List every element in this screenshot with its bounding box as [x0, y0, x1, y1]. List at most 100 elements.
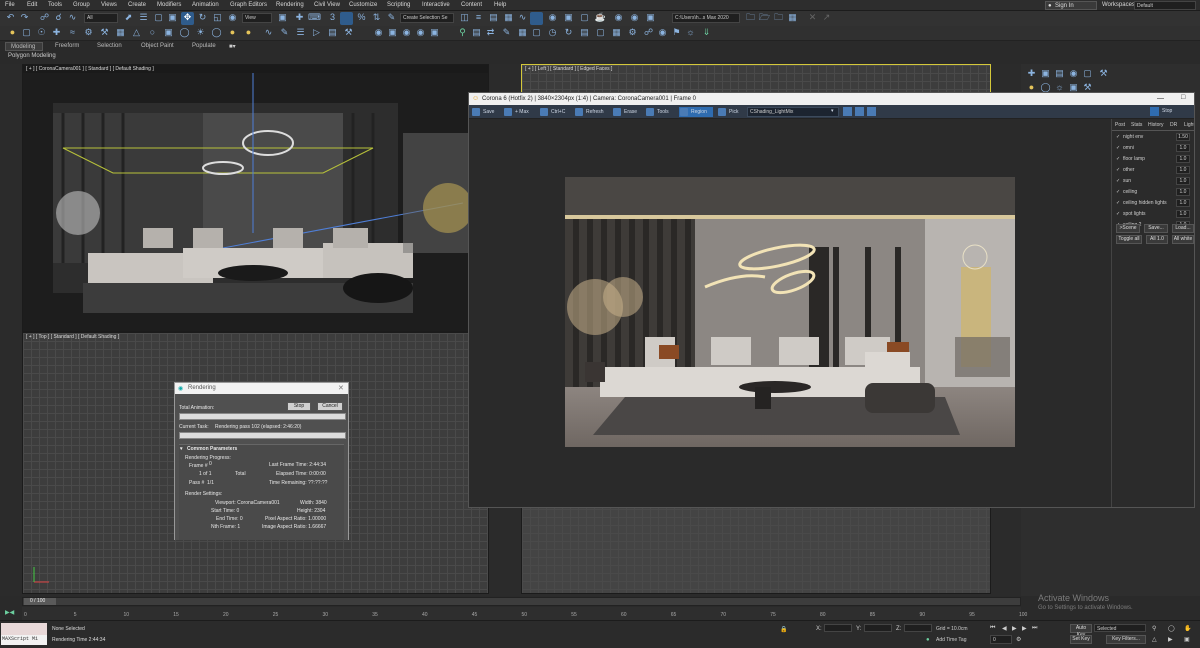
- window-crossing-icon[interactable]: ▣: [166, 11, 179, 24]
- lock-icon[interactable]: 🔒: [780, 626, 787, 633]
- create-panel-icon[interactable]: ✚: [1025, 67, 1038, 80]
- track-bar-toggle-icon[interactable]: ▶◀: [5, 609, 14, 616]
- tab-object-paint[interactable]: Object Paint: [141, 43, 174, 49]
- utilities-icon[interactable]: ⚒: [342, 26, 355, 39]
- refresh-button[interactable]: Refresh: [574, 107, 604, 117]
- box-icon[interactable]: ▣: [162, 26, 175, 39]
- menu-help[interactable]: Help: [494, 2, 506, 8]
- load-lightmix-button[interactable]: Load...: [1172, 224, 1194, 233]
- sphere-icon[interactable]: ○: [146, 26, 159, 39]
- left-viewport-label[interactable]: [ + ] [ Left ] [ Standard ] [ Edged Face…: [525, 66, 612, 72]
- display-panel-icon[interactable]: ▢: [1081, 67, 1094, 80]
- save-folder-icon[interactable]: 🗀: [772, 11, 785, 24]
- tab-freeform[interactable]: Freeform: [55, 43, 79, 49]
- menu-tools[interactable]: Tools: [48, 2, 62, 8]
- edit-named-sets-icon[interactable]: ✎: [385, 11, 398, 24]
- erase-button[interactable]: Erase: [612, 107, 637, 117]
- camera-icon[interactable]: ▢: [20, 26, 33, 39]
- layer-icon[interactable]: ▤: [578, 26, 591, 39]
- clock-icon[interactable]: ◷: [546, 26, 559, 39]
- corona-light-icon[interactable]: ◉: [372, 26, 385, 39]
- light-intensity-field[interactable]: 1.0: [1176, 177, 1190, 185]
- common-parameters-title[interactable]: Common Parameters: [187, 446, 237, 452]
- spinner-snap-icon[interactable]: ⇅: [370, 11, 383, 24]
- zoom-in-icon[interactable]: [843, 107, 852, 116]
- menu-file[interactable]: File: [5, 2, 15, 8]
- unlink-icon[interactable]: ☌: [52, 11, 65, 24]
- compound-icon[interactable]: △: [130, 26, 143, 39]
- corona-decal-icon[interactable]: ▣: [428, 26, 441, 39]
- tab-history[interactable]: History: [1148, 122, 1164, 128]
- checkbox-icon[interactable]: ✓: [1116, 189, 1120, 195]
- rollout-toggle-icon[interactable]: ▾: [180, 446, 183, 452]
- converter-icon[interactable]: ⇄: [484, 26, 497, 39]
- tab-lightmix[interactable]: LightMix: [1184, 122, 1194, 128]
- maxscript-mini-input[interactable]: MAXScript Mi: [1, 635, 47, 645]
- eye-icon[interactable]: ◉: [656, 26, 669, 39]
- pick-button[interactable]: Pick: [717, 107, 738, 117]
- x-icon[interactable]: ✕: [806, 11, 819, 24]
- lightmix-row[interactable]: ✓ other 1.0: [1114, 166, 1194, 176]
- region-button[interactable]: Region: [679, 107, 713, 117]
- light-intensity-field[interactable]: 1.0: [1176, 210, 1190, 218]
- toggle-layer-explorer-icon[interactable]: ▤: [487, 11, 500, 24]
- camera-viewport[interactable]: [ + ] [ CoronaCamera001 ] [ Standard ] […: [22, 64, 489, 332]
- time-slider-thumb[interactable]: 0 / 100: [24, 598, 56, 605]
- scene-button[interactable]: >Scene: [1116, 224, 1140, 233]
- rendered-frame-window-icon[interactable]: ▢: [578, 11, 591, 24]
- undo-icon[interactable]: ↶: [4, 11, 17, 24]
- sun-icon[interactable]: ☀: [194, 26, 207, 39]
- curve-editor-icon[interactable]: ∿: [516, 11, 529, 24]
- rect-selection-icon[interactable]: ▢: [152, 11, 165, 24]
- stop-render-label[interactable]: Stop: [1162, 108, 1172, 114]
- bulb-icon[interactable]: ☼: [684, 26, 697, 39]
- menu-edit[interactable]: Edit: [27, 2, 37, 8]
- lightmix-row[interactable]: ✓ night env 1.50: [1114, 133, 1194, 143]
- geosphere-icon[interactable]: ●: [242, 26, 255, 39]
- fov-icon[interactable]: △: [1152, 636, 1157, 643]
- pin-icon[interactable]: ⚲: [456, 26, 469, 39]
- light-intensity-field[interactable]: 1.0: [1176, 166, 1190, 174]
- pivot-center-icon[interactable]: ▣: [276, 11, 289, 24]
- add-time-tag[interactable]: Add Time Tag: [936, 637, 966, 643]
- menu-graph-editors[interactable]: Graph Editors: [230, 2, 267, 8]
- track-bar[interactable]: 0 5 10 15 20 25 30 35 40 45 50 55 60 65 70 75 80 85 90 95 10…: [22, 607, 1027, 620]
- lightmix-row[interactable]: ✓ floor lamp 1.0: [1114, 155, 1194, 165]
- teapot-icon[interactable]: ●: [226, 26, 239, 39]
- wrench-icon[interactable]: ⚒: [98, 26, 111, 39]
- torus-icon[interactable]: ◯: [210, 26, 223, 39]
- menu-civil-view[interactable]: Civil View: [314, 2, 340, 8]
- render-element-dropdown[interactable]: CShading_LightMix: [747, 107, 839, 117]
- select-object-icon[interactable]: ⬈: [122, 11, 135, 24]
- tab-selection[interactable]: Selection: [97, 43, 122, 49]
- light-intensity-field[interactable]: 1.50: [1176, 133, 1190, 141]
- corona-scatter-icon[interactable]: ◉: [414, 26, 427, 39]
- toggle-all-button[interactable]: Toggle all: [1116, 235, 1142, 244]
- modify-icon[interactable]: ✎: [278, 26, 291, 39]
- tile-icon[interactable]: ▦: [786, 11, 799, 24]
- checkbox-icon[interactable]: ✓: [1116, 134, 1120, 140]
- refresh-icon[interactable]: ↻: [562, 26, 575, 39]
- menu-rendering[interactable]: Rendering: [276, 2, 304, 8]
- checkbox-icon[interactable]: ✓: [1116, 145, 1120, 151]
- dropdown-arrow-icon[interactable]: ▾: [831, 108, 834, 114]
- camera-viewport-label[interactable]: [ + ] [ CoronaCamera001 ] [ Standard ] […: [26, 66, 154, 72]
- zoom-out-icon[interactable]: [855, 107, 864, 116]
- motion-icon[interactable]: ▷: [310, 26, 323, 39]
- copy-button[interactable]: Ctrl+C: [539, 107, 565, 117]
- lightmix-row[interactable]: ✓ ceiling 1.0: [1114, 188, 1194, 198]
- menu-scripting[interactable]: Scripting: [387, 2, 410, 8]
- align-icon[interactable]: ≡: [472, 11, 485, 24]
- redo-icon[interactable]: ↷: [18, 11, 31, 24]
- modify-panel-icon[interactable]: ▣: [1039, 67, 1052, 80]
- flag-icon[interactable]: ⚑: [670, 26, 683, 39]
- keyboard-shortcut-icon[interactable]: ⌨: [308, 11, 321, 24]
- tab-dr[interactable]: DR: [1170, 122, 1177, 128]
- menu-modifiers[interactable]: Modifiers: [157, 2, 181, 8]
- hierarchy-panel-icon[interactable]: ▤: [1053, 67, 1066, 80]
- stop-button[interactable]: Stop: [287, 402, 311, 411]
- tools-button[interactable]: Tools: [645, 107, 669, 117]
- corona-render-icon[interactable]: ◉: [612, 11, 625, 24]
- maximize-icon[interactable]: □: [1181, 94, 1185, 101]
- motion-panel-icon[interactable]: ◉: [1067, 67, 1080, 80]
